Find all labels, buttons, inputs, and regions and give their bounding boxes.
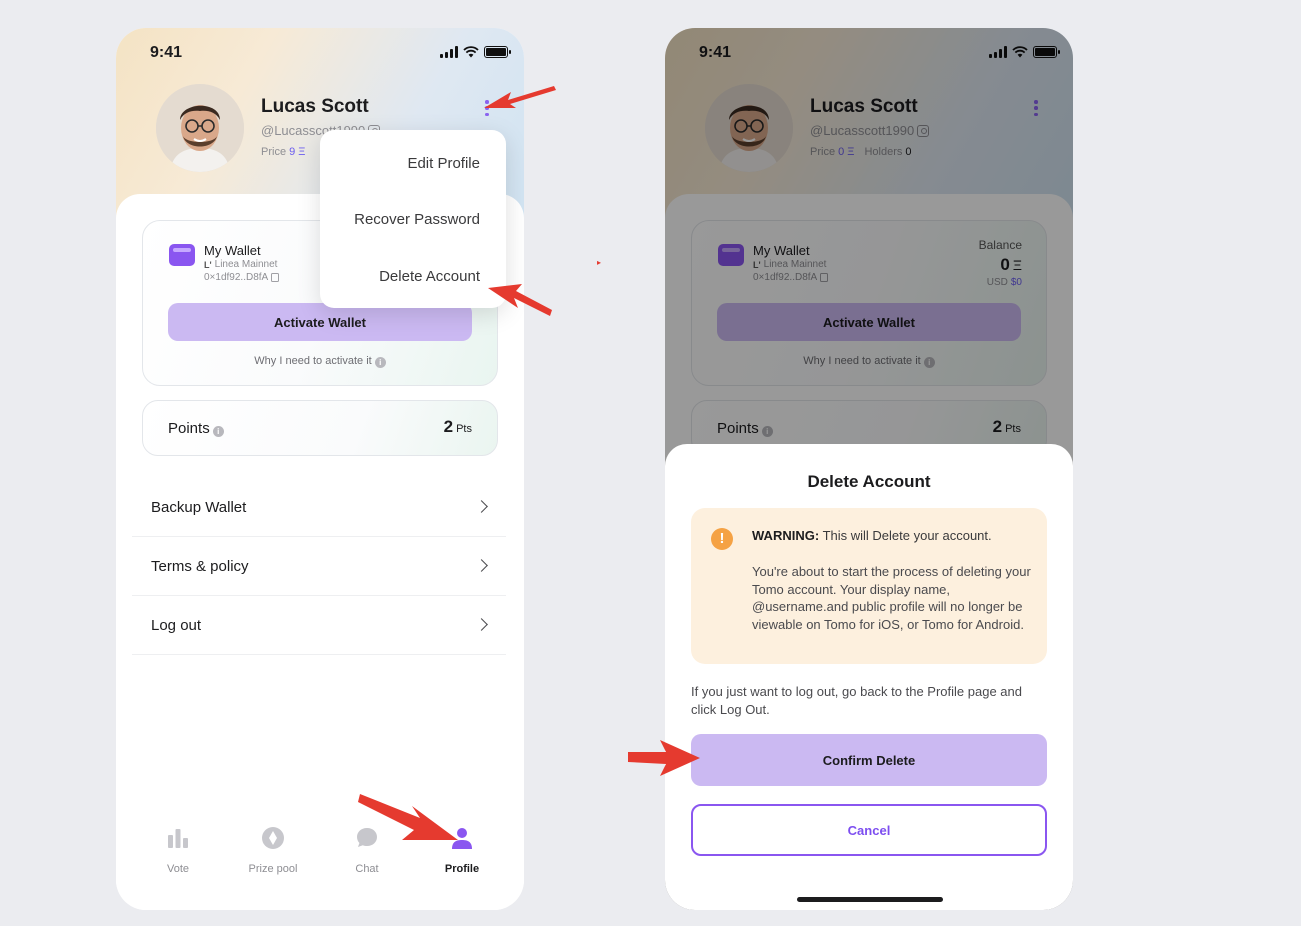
- menu-item-log-out[interactable]: Log out: [132, 597, 506, 655]
- options-dropdown: Edit Profile Recover Password Delete Acc…: [320, 130, 506, 308]
- tab-label: Prize pool: [248, 863, 298, 875]
- tab-label: Vote: [166, 863, 190, 875]
- vote-icon: [168, 829, 188, 848]
- menu-item-terms-policy[interactable]: Terms & policy: [132, 538, 506, 596]
- avatar-portrait-icon: [156, 84, 244, 172]
- warning-prefix: WARNING:: [752, 528, 820, 543]
- logout-note: If you just want to log out, go back to …: [691, 684, 1022, 717]
- menu-item-label: Log out: [151, 617, 202, 634]
- points-number: 2: [443, 417, 454, 436]
- warning-box: ! WARNING: This will Delete your account…: [691, 508, 1047, 664]
- dropdown-item-edit-profile[interactable]: Edit Profile: [407, 155, 480, 172]
- annotation-arrow-icon: [628, 740, 700, 776]
- warning-icon: !: [711, 528, 733, 550]
- points-label-text: Points: [168, 420, 210, 437]
- warning-body: You're about to start the process of del…: [752, 564, 1031, 632]
- profile-meta: Price 9 Ξ: [261, 146, 305, 158]
- activate-help-label: Why I need to activate it: [254, 355, 372, 367]
- price-value: 9 Ξ: [289, 146, 306, 158]
- status-icons: [440, 46, 511, 58]
- battery-icon: [484, 46, 511, 58]
- signal-icon: [440, 46, 458, 58]
- delete-account-sheet: Delete Account ! WARNING: This will Dele…: [665, 444, 1073, 910]
- dropdown-item-recover-password[interactable]: Recover Password: [354, 211, 480, 228]
- wallet-icon: [169, 244, 195, 266]
- linea-icon: L': [204, 259, 212, 270]
- info-icon[interactable]: i: [212, 426, 224, 437]
- wallet-network: L' Linea Mainnet: [204, 259, 277, 270]
- info-icon: i: [374, 357, 386, 368]
- prize-pool-icon: [262, 827, 284, 849]
- tab-vote[interactable]: Vote: [138, 826, 218, 875]
- tab-label: Profile: [444, 863, 480, 875]
- status-time: 9:41: [150, 44, 183, 61]
- chevron-right-icon: [475, 618, 488, 631]
- annotation-arrow-icon: [484, 86, 556, 108]
- points-unit: Pts: [456, 423, 472, 435]
- points-card: Points i 2 Pts: [142, 400, 498, 456]
- warning-headline-text: This will Delete your account.: [822, 528, 992, 543]
- wallet-name: My Wallet: [204, 243, 261, 258]
- profile-name: Lucas Scott: [261, 96, 369, 117]
- chevron-right-icon: [475, 500, 488, 513]
- points-value: 2 Pts: [444, 417, 472, 437]
- activate-wallet-button[interactable]: Activate Wallet: [168, 303, 472, 341]
- home-indicator: [797, 897, 943, 902]
- wifi-icon: [463, 46, 479, 58]
- copy-icon[interactable]: [271, 273, 280, 282]
- chevron-right-icon: [475, 559, 488, 572]
- phone-profile-screen: 9:41 Lucas Scott @Lucasscott1990 Price 9…: [116, 28, 524, 910]
- cancel-button[interactable]: Cancel: [691, 804, 1047, 856]
- price-stat: Price 9 Ξ: [261, 146, 305, 158]
- avatar[interactable]: [156, 84, 244, 172]
- annotation-arrow-icon: [358, 794, 458, 840]
- points-label: Points i: [168, 420, 224, 437]
- phone-delete-account-screen: 9:41 Lucas Scott @Lucasscott1990 Price 0…: [665, 28, 1073, 910]
- price-label: Price: [261, 146, 287, 158]
- dropdown-item-delete-account[interactable]: Delete Account: [379, 268, 480, 285]
- wallet-address: 0×1df92..D8fA: [204, 272, 280, 283]
- tab-label: Chat: [355, 863, 379, 875]
- annotation-marker-icon: ▸: [597, 258, 602, 267]
- menu-item-backup-wallet[interactable]: Backup Wallet: [132, 479, 506, 537]
- sheet-title: Delete Account: [807, 472, 931, 491]
- menu-item-label: Terms & policy: [151, 558, 249, 575]
- annotation-arrow-icon: [488, 284, 552, 316]
- bottom-tab-bar: Vote Prize pool Chat Profile: [116, 818, 524, 910]
- activate-help-text[interactable]: Why I need to activate it i: [143, 355, 497, 368]
- wallet-address-text: 0×1df92..D8fA: [204, 272, 269, 283]
- menu-item-label: Backup Wallet: [151, 499, 247, 516]
- warning-headline: WARNING: This will Delete your account.: [752, 528, 1032, 543]
- confirm-delete-button[interactable]: Confirm Delete: [691, 734, 1047, 786]
- wallet-network-label: Linea Mainnet: [214, 259, 278, 270]
- tab-prize-pool[interactable]: Prize pool: [233, 826, 313, 875]
